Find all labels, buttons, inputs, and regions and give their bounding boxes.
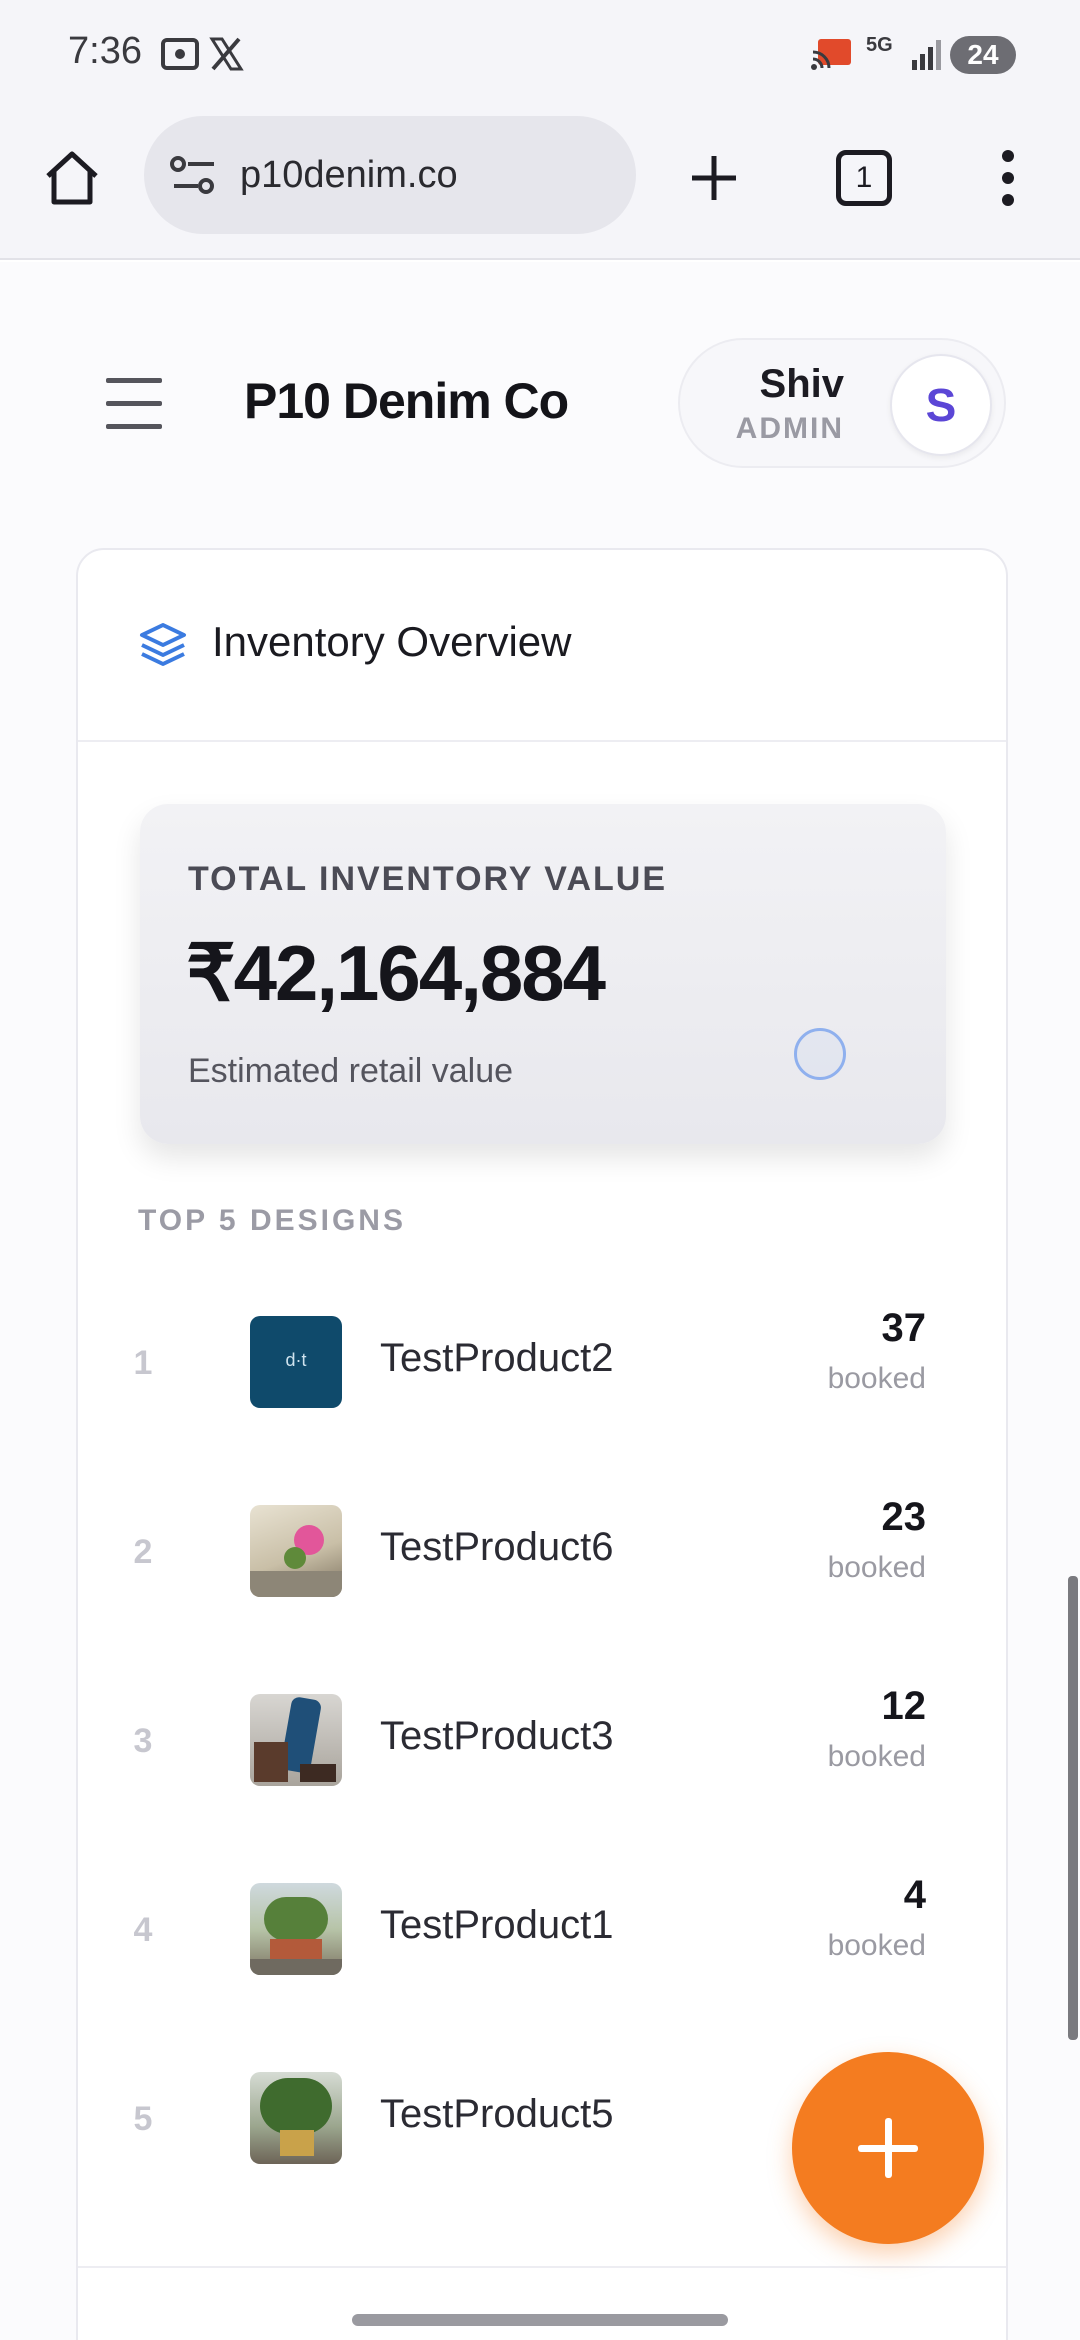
network-label: 5G	[866, 34, 893, 56]
screen-record-icon	[161, 38, 199, 70]
product-thumbnail: d·t	[250, 1316, 342, 1408]
status-bar: 7:36 5G 24	[0, 0, 1080, 110]
battery-icon: 24	[950, 36, 1016, 74]
design-rank: 4	[133, 1911, 153, 1949]
design-row[interactable]: 3 TestProduct3 12 booked	[78, 1664, 1010, 1834]
status-time: 7:36	[68, 30, 142, 72]
user-role: ADMIN	[735, 412, 844, 445]
overflow-menu-icon[interactable]	[996, 148, 1020, 208]
url-text: p10denim.co	[240, 154, 458, 196]
total-value-label: TOTAL INVENTORY VALUE	[188, 860, 668, 898]
layers-icon	[140, 623, 186, 666]
scrollbar[interactable]	[1068, 1576, 1078, 2040]
url-bar[interactable]: p10denim.co	[144, 116, 636, 234]
tab-switcher-icon[interactable]: 1	[836, 150, 892, 206]
product-thumbnail	[250, 2072, 342, 2164]
booked-label: booked	[827, 1362, 926, 1395]
design-rank: 5	[133, 2100, 153, 2138]
new-tab-icon[interactable]	[686, 150, 742, 206]
page-content: P10 Denim Co Shiv ADMIN S Inventory Over…	[0, 262, 1080, 2340]
design-name: TestProduct5	[380, 2092, 614, 2136]
design-name: TestProduct3	[380, 1714, 614, 1758]
booked-count: 23	[881, 1495, 927, 1539]
x-logo-icon	[209, 37, 244, 71]
top-designs-label: TOP 5 DESIGNS	[138, 1204, 406, 1237]
home-indicator[interactable]	[352, 2314, 728, 2326]
user-name: Shiv	[759, 362, 844, 406]
design-rank: 3	[133, 1722, 153, 1760]
brand-title: P10 Denim Co	[244, 373, 569, 429]
product-thumbnail	[250, 1883, 342, 1975]
design-rank: 2	[133, 1533, 153, 1571]
design-name: TestProduct6	[380, 1525, 614, 1569]
site-settings-icon[interactable]	[170, 154, 218, 198]
total-value-box: TOTAL INVENTORY VALUE ₹42,164,884 Estima…	[140, 804, 946, 1144]
card-header: Inventory Overview	[78, 550, 1006, 742]
menu-icon[interactable]	[106, 378, 162, 430]
design-row[interactable]: 1 d·t TestProduct2 37 booked	[78, 1286, 1010, 1456]
user-profile-chip[interactable]: Shiv ADMIN S	[678, 338, 1006, 468]
total-value-amount: ₹42,164,884	[186, 929, 606, 1017]
design-row[interactable]: 4 TestProduct1 4 booked	[78, 1853, 1010, 2023]
card-title: Inventory Overview	[212, 618, 572, 665]
cast-icon	[811, 39, 851, 70]
booked-count: 12	[881, 1684, 927, 1728]
product-thumbnail	[250, 1505, 342, 1597]
booked-label: booked	[827, 1551, 926, 1584]
divider	[78, 2266, 1006, 2268]
design-name: TestProduct2	[380, 1336, 614, 1380]
design-name: TestProduct1	[380, 1903, 614, 1947]
home-icon[interactable]	[42, 148, 102, 208]
booked-count: 37	[881, 1306, 927, 1350]
browser-toolbar: p10denim.co 1	[0, 110, 1080, 260]
design-row[interactable]: 2 TestProduct6 23 booked	[78, 1475, 1010, 1645]
touch-indicator	[794, 1028, 846, 1080]
avatar[interactable]: S	[890, 354, 992, 456]
booked-label: booked	[827, 1929, 926, 1962]
signal-icon	[912, 40, 941, 70]
design-rank: 1	[133, 1344, 153, 1382]
tab-count: 1	[855, 161, 873, 194]
booked-label: booked	[827, 1740, 926, 1773]
booked-count: 4	[903, 1873, 926, 1917]
total-value-subtitle: Estimated retail value	[188, 1052, 514, 1090]
add-fab-button[interactable]	[792, 2052, 984, 2244]
product-thumbnail	[250, 1694, 342, 1786]
